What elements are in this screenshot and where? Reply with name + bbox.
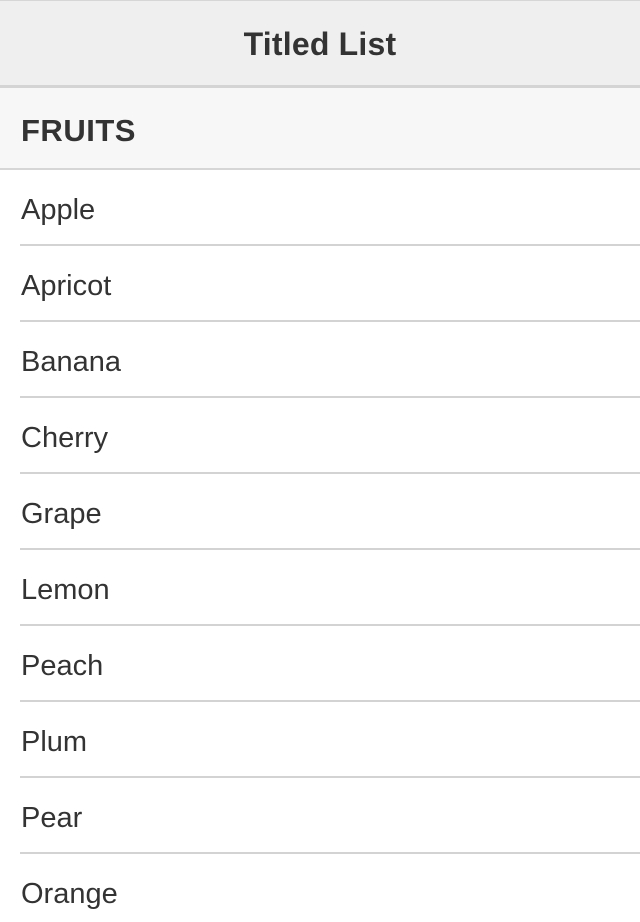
- list-item-apple[interactable]: Apple: [0, 170, 640, 246]
- navigation-bar: Titled List: [0, 0, 640, 88]
- list-item-label: Plum: [21, 725, 88, 758]
- fruit-list: Apple Apricot Banana Cherry Grape Lemon …: [0, 170, 640, 922]
- list-item-lemon[interactable]: Lemon: [0, 550, 640, 626]
- list-item-cherry[interactable]: Cherry: [0, 398, 640, 474]
- list-item-plum[interactable]: Plum: [0, 702, 640, 778]
- list-item-label: Cherry: [21, 421, 109, 454]
- list-item-label: Apple: [21, 193, 96, 226]
- page-title: Titled List: [243, 25, 397, 62]
- list-item-label: Grape: [21, 497, 102, 530]
- list-item-peach[interactable]: Peach: [0, 626, 640, 702]
- list-item-grape[interactable]: Grape: [0, 474, 640, 550]
- section-title: FRUITS: [21, 113, 136, 148]
- list-item-orange[interactable]: Orange: [0, 854, 640, 922]
- list-item-label: Apricot: [21, 269, 112, 302]
- list-item-apricot[interactable]: Apricot: [0, 246, 640, 322]
- list-item-banana[interactable]: Banana: [0, 322, 640, 398]
- list-item-label: Banana: [21, 345, 121, 378]
- section-header-fruits: FRUITS: [0, 88, 640, 170]
- list-item-label: Orange: [21, 877, 118, 910]
- app-screen: Titled List FRUITS Apple Apricot Banana …: [0, 0, 640, 922]
- list-item-label: Peach: [21, 649, 104, 682]
- list-item-label: Pear: [21, 801, 83, 834]
- list-item-pear[interactable]: Pear: [0, 778, 640, 854]
- list-item-label: Lemon: [21, 573, 110, 606]
